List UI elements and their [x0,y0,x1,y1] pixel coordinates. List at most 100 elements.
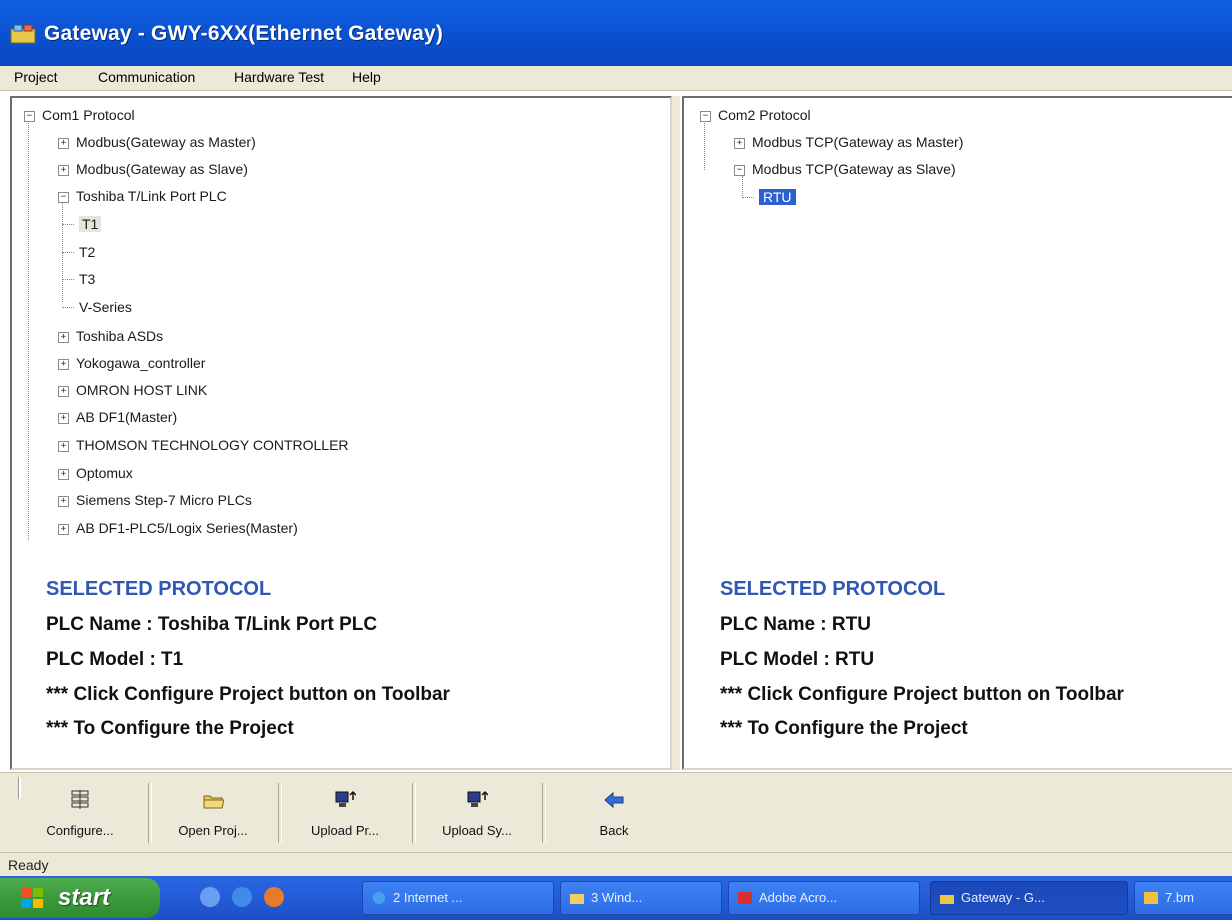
upload-project-button[interactable]: Upload Pr... [280,777,410,849]
taskbar-item-label: 3 Wind... [591,890,643,905]
tree-connector [62,307,74,309]
collapse-icon[interactable]: − [58,191,69,203]
collapse-icon[interactable]: − [734,164,745,176]
quicklaunch-ie-icon[interactable] [232,887,252,907]
paint-icon [1144,892,1158,904]
folder-icon [570,894,584,904]
upload-computer-icon [467,790,488,807]
expand-icon[interactable]: + [58,468,69,480]
ie-icon [373,892,385,904]
tree-node-label: Modbus TCP(Gateway as Master) [752,134,964,150]
tree-node-label: AB DF1(Master) [76,409,178,425]
configure-hint-2: *** To Configure the Project [720,718,968,739]
quicklaunch-media-icon[interactable] [264,887,284,907]
tree-node-label: T1 [79,216,102,232]
tree-node-modbus-tcp-slave[interactable]: − Modbus TCP(Gateway as Slave) [734,160,956,178]
tree-node-modbus-tcp-master[interactable]: + Modbus TCP(Gateway as Master) [734,133,963,151]
configure-icon [71,790,89,809]
tree-node-ab-df1-plc5[interactable]: + AB DF1-PLC5/Logix Series(Master) [58,519,298,537]
tree-node-label: V-Series [79,299,132,315]
tree-leaf-t1[interactable]: T1 [62,215,102,233]
tree-node-toshiba-tlink[interactable]: − Toshiba T/Link Port PLC [58,187,227,205]
com2-protocol-pane[interactable]: − Com2 Protocol + Modbus TCP(Gateway as Ma… [682,96,1232,770]
tree-node-modbus-slave[interactable]: + Modbus(Gateway as Slave) [58,160,248,178]
selected-protocol-heading: SELECTED PROTOCOL [46,578,272,600]
configure-hint: *** Click Configure Project button on To… [46,684,450,705]
expand-icon[interactable]: + [58,385,69,397]
menu-project[interactable]: Project [14,69,58,85]
quicklaunch-desktop-icon[interactable] [200,887,220,907]
tree-node-siemens[interactable]: + Siemens Step-7 Micro PLCs [58,491,252,509]
taskbar-item-label: Adobe Acro... [759,890,838,905]
expand-icon[interactable]: + [58,137,69,149]
tree-node-modbus-master[interactable]: + Modbus(Gateway as Master) [58,133,256,151]
start-button[interactable]: start [0,878,160,918]
windows-flag-icon [21,888,43,908]
expand-icon[interactable]: + [58,495,69,507]
tree-node-label: Modbus TCP(Gateway as Slave) [752,161,956,177]
expand-icon[interactable]: + [58,358,69,370]
tree-node-label: T2 [79,244,96,260]
menu-bar: Project Communication Hardware Test Help [0,66,1232,91]
plc-model: PLC Model : RTU [720,649,875,670]
menu-communication[interactable]: Communication [98,69,195,85]
expand-icon[interactable]: + [58,412,69,424]
start-label: start [58,884,111,911]
window-title: Gateway - GWY-6XX(Ethernet Gateway) [44,22,444,45]
configure-hint-2: *** To Configure the Project [46,718,294,739]
title-bar: Gateway - GWY-6XX(Ethernet Gateway) [0,0,1232,66]
configure-button[interactable]: Configure... [14,777,146,849]
expand-icon[interactable]: + [734,137,745,149]
tree-leaf-rtu[interactable]: RTU [742,188,796,206]
tree-node-label: Modbus(Gateway as Master) [76,134,256,150]
upload-computer-icon [335,790,356,807]
tree-node-com1-protocol[interactable]: − Com1 Protocol [24,106,135,124]
com1-protocol-pane[interactable]: − Com1 Protocol + Modbus(Gateway as Master… [10,96,672,770]
open-project-label: Open Proj... [178,823,248,838]
menu-hardware-test[interactable]: Hardware Test [234,69,324,85]
gateway-app-icon [10,24,36,44]
tree-node-toshiba-asds[interactable]: + Toshiba ASDs [58,327,163,345]
tree-node-label: T3 [79,271,96,287]
upload-system-button[interactable]: Upload Sy... [414,777,540,849]
tree-node-optomux[interactable]: + Optomux [58,464,133,482]
tree-node-thomson[interactable]: + THOMSON TECHNOLOGY CONTROLLER [58,436,349,454]
pane-splitter[interactable] [672,96,680,770]
tree-node-yokogawa[interactable]: + Yokogawa_controller [58,354,205,372]
tree-leaf-t2[interactable]: T2 [62,243,95,261]
back-button[interactable]: Back [546,777,682,849]
collapse-icon[interactable]: − [700,110,711,122]
open-project-button[interactable]: Open Proj... [150,777,276,849]
tree-node-label: OMRON HOST LINK [76,382,208,398]
windows-taskbar: start 2 Internet ... 3 Wind... Adobe Acr… [0,876,1232,920]
tree-node-com2-protocol[interactable]: − Com2 Protocol [700,106,811,124]
upload-system-label: Upload Sy... [442,823,512,838]
upload-project-label: Upload Pr... [311,823,379,838]
expand-icon[interactable]: + [58,523,69,535]
tree-connector [742,197,754,199]
folder-open-icon [203,795,224,809]
taskbar-item-gateway[interactable]: Gateway - G... [930,881,1128,915]
configure-hint: *** Click Configure Project button on To… [720,684,1124,705]
tree-node-label: Toshiba ASDs [76,328,164,344]
expand-icon[interactable]: + [58,440,69,452]
taskbar-item-bmp[interactable]: 7.bm [1134,881,1232,915]
configure-label: Configure... [46,823,114,838]
taskbar-item-windows-explorer[interactable]: 3 Wind... [560,881,722,915]
tree-node-label: Com2 Protocol [718,107,811,123]
status-text: Ready [8,857,49,873]
taskbar-item-adobe-acrobat[interactable]: Adobe Acro... [728,881,920,915]
expand-icon[interactable]: + [58,331,69,343]
tree-leaf-v-series[interactable]: V-Series [62,298,132,316]
collapse-icon[interactable]: − [24,110,35,122]
taskbar-item-internet[interactable]: 2 Internet ... [362,881,554,915]
selected-protocol-heading: SELECTED PROTOCOL [720,578,946,600]
tree-node-label: Siemens Step-7 Micro PLCs [76,492,252,508]
tree-node-omron[interactable]: + OMRON HOST LINK [58,381,207,399]
menu-help[interactable]: Help [352,69,381,85]
acrobat-icon [738,892,752,904]
gateway-app-icon [940,895,954,904]
expand-icon[interactable]: + [58,164,69,176]
tree-leaf-t3[interactable]: T3 [62,270,95,288]
tree-node-ab-df1-master[interactable]: + AB DF1(Master) [58,408,177,426]
